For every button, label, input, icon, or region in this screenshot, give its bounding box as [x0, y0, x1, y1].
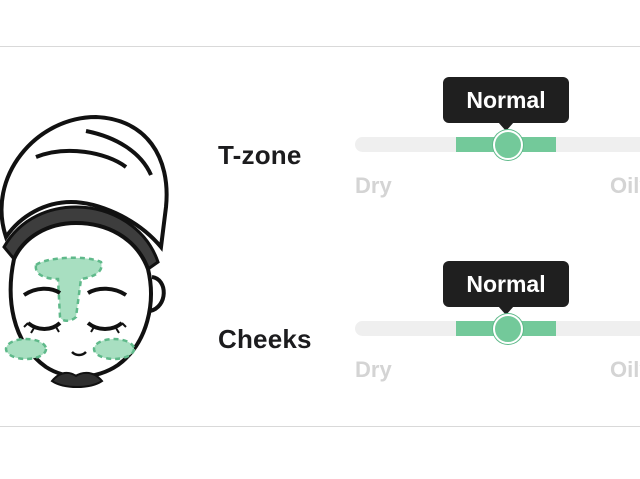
cheeks-value-tooltip: Normal: [443, 261, 569, 315]
t-zone-oily-label: Oily: [610, 173, 640, 198]
t-zone-slider-thumb[interactable]: [493, 130, 523, 160]
cheeks-slider-thumb[interactable]: [493, 314, 523, 344]
cheeks-dry-label: Dry: [355, 357, 392, 382]
face-with-towel-icon: [0, 114, 169, 388]
cheeks-label: Cheeks: [218, 324, 312, 354]
t-zone-value-tooltip: Normal: [443, 77, 569, 131]
t-zone-label: T-zone: [218, 140, 302, 170]
cheeks-slider[interactable]: Normal Dry Oily: [355, 261, 640, 382]
t-zone-dry-label: Dry: [355, 173, 392, 198]
cheeks-oily-label: Oily: [610, 357, 640, 382]
skin-type-panel: T-zone Normal Dry Oily Cheeks Normal Dry…: [0, 46, 640, 427]
t-zone-slider[interactable]: Normal Dry Oily: [355, 77, 640, 198]
